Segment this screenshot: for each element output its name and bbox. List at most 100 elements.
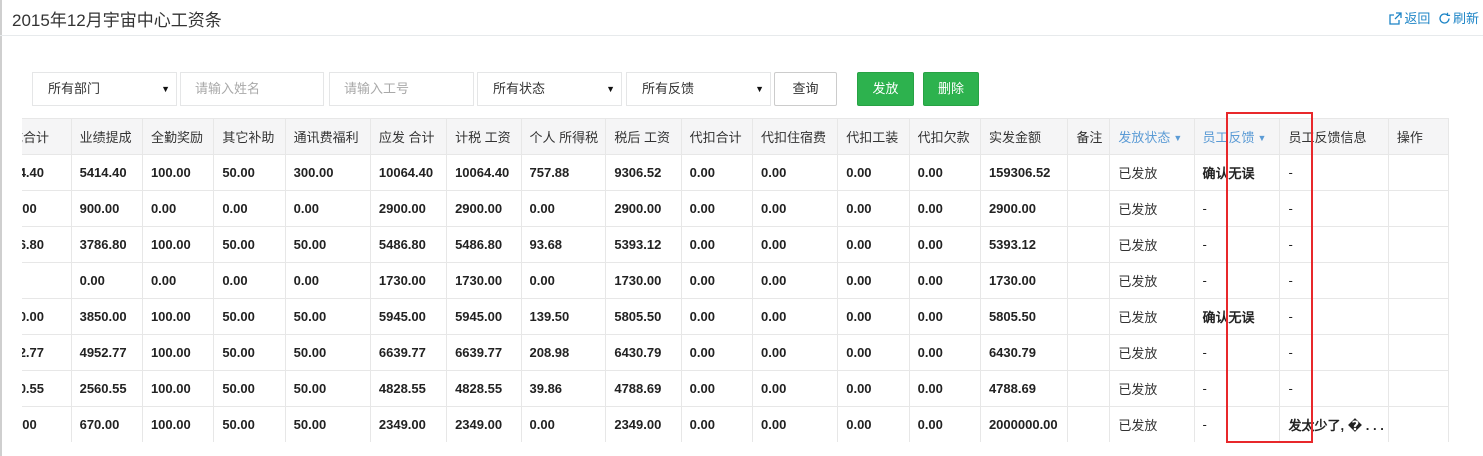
table-cell [1067,190,1111,227]
table-cell: 0.00 [680,370,754,407]
row-actions-cell[interactable] [1387,262,1450,299]
table-cell: 100.00 [141,226,215,263]
table-cell: 0.00 [284,190,371,227]
table-cell: 5945.00 [446,298,522,335]
table-cell: 100.00 [141,370,215,407]
table-cell: 50.00 [213,298,286,335]
table-cell: 1730.00 [979,262,1069,299]
table-row[interactable]: 670.00670.00100.0050.0050.002349.002349.… [22,406,1450,442]
table-cell: 0.00 [908,406,981,442]
table-cell: 0.00 [908,334,981,371]
table-header-row: 提成合计 业绩提成 全勤奖励 其它补助 通讯费福利 应发 合计 计税 工资 个人… [22,118,1450,155]
department-select-value: 所有部门 [48,81,101,96]
table-cell: 50.00 [284,406,371,442]
refresh-button[interactable]: 刷新 [1438,8,1479,27]
table-cell: 5486.80 [369,226,448,263]
dropdown-caret-icon: ▼ [161,84,170,94]
table-cell: - [1193,334,1281,371]
table-cell: 900.00 [22,190,72,227]
row-actions-cell[interactable] [1387,154,1450,191]
table-cell: 900.00 [70,190,143,227]
query-button[interactable]: 查询 [774,72,837,106]
table-cell: 已发放 [1109,334,1195,371]
back-button[interactable]: 返回 [1389,8,1430,27]
table-cell: 670.00 [22,406,72,442]
table-cell: 1730.00 [605,262,682,299]
table-cell: 0.00 [752,190,839,227]
window-left-border [0,0,2,456]
status-column-label: 发放状态 [1118,130,1171,145]
table-cell: 5805.50 [605,298,682,335]
table-cell: 0.00 [520,190,607,227]
table-cell: 0.00 [752,298,839,335]
table-cell: 0.00 [752,154,839,191]
table-cell: 50.00 [284,370,371,407]
delete-button[interactable]: 删除 [923,72,979,106]
feedback-column-filter[interactable]: 员工反馈 ▼ [1193,118,1281,155]
table-cell: 已发放 [1109,298,1195,335]
table-cell: 0.00 [680,190,754,227]
table-cell: 2349.00 [369,406,448,442]
payroll-table-viewport[interactable]: 提成合计 业绩提成 全勤奖励 其它补助 通讯费福利 应发 合计 计税 工资 个人… [22,118,1483,442]
status-column-filter[interactable]: 发放状态 ▼ [1109,118,1195,155]
table-row[interactable]: 5414.405414.40100.0050.00300.0010064.401… [22,154,1450,191]
name-search-input[interactable]: 请输入姓名 [180,72,324,106]
department-select[interactable]: 所有部门 ▼ [32,72,177,106]
sort-caret-icon: ▼ [1257,133,1267,143]
table-row[interactable]: 4952.774952.77100.0050.0050.006639.77663… [22,334,1450,371]
table-cell: 0.00 [520,406,607,442]
table-cell: 5805.50 [979,298,1069,335]
table-cell: 1730.00 [369,262,448,299]
employee-id-input[interactable]: 请输入工号 [329,72,474,106]
table-cell: 已发放 [1109,370,1195,407]
col-header: 其它补助 [213,118,286,155]
row-actions-cell[interactable] [1387,298,1450,335]
col-header: 提成合计 [22,118,72,155]
col-header: 业绩提成 [70,118,143,155]
table-row[interactable]: 2560.552560.55100.0050.0050.004828.55482… [22,370,1450,407]
table-cell: 0.00 [213,190,286,227]
table-cell [1067,334,1111,371]
table-cell: 0.00 [837,262,910,299]
table-cell: 4788.69 [979,370,1069,407]
table-cell: 4828.55 [446,370,522,407]
table-cell: 670.00 [70,406,143,442]
col-header: 税后 工资 [605,118,682,155]
table-cell: 159306.52 [979,154,1069,191]
table-cell: 6639.77 [446,334,522,371]
table-row[interactable]: 3850.003850.00100.0050.0050.005945.00594… [22,298,1450,335]
table-cell: 300.00 [284,154,371,191]
table-cell: 0.00 [680,226,754,263]
table-cell [1067,298,1111,335]
col-header: 操作 [1387,118,1450,155]
table-cell: 100.00 [141,298,215,335]
row-actions-cell[interactable] [1387,406,1450,442]
table-cell: 2349.00 [446,406,522,442]
table-row[interactable]: 0.000.000.000.000.001730.001730.000.0017… [22,262,1450,299]
col-header: 代扣欠款 [908,118,981,155]
table-cell: 100.00 [141,406,215,442]
table-cell: 1730.00 [446,262,522,299]
feedback-select-value: 所有反馈 [642,81,695,96]
table-cell: - [1279,262,1389,299]
row-actions-cell[interactable] [1387,334,1450,371]
table-row[interactable]: 900.00900.000.000.000.002900.002900.000.… [22,190,1450,227]
row-actions-cell[interactable] [1387,190,1450,227]
row-actions-cell[interactable] [1387,370,1450,407]
issue-button[interactable]: 发放 [857,72,914,106]
status-select[interactable]: 所有状态 ▼ [477,72,622,106]
table-cell: 6430.79 [979,334,1069,371]
table-cell: 3850.00 [22,298,72,335]
table-cell: 3786.80 [70,226,143,263]
table-cell: 0.00 [908,190,981,227]
table-cell: 9306.52 [605,154,682,191]
table-cell: 已发放 [1109,190,1195,227]
refresh-label: 刷新 [1452,11,1479,26]
col-header: 应发 合计 [369,118,448,155]
feedback-select[interactable]: 所有反馈 ▼ [626,72,771,106]
row-actions-cell[interactable] [1387,226,1450,263]
table-row[interactable]: 3786.803786.80100.0050.0050.005486.80548… [22,226,1450,263]
table-cell: 5486.80 [446,226,522,263]
table-cell: 0.00 [680,334,754,371]
table-cell: - [1279,370,1389,407]
